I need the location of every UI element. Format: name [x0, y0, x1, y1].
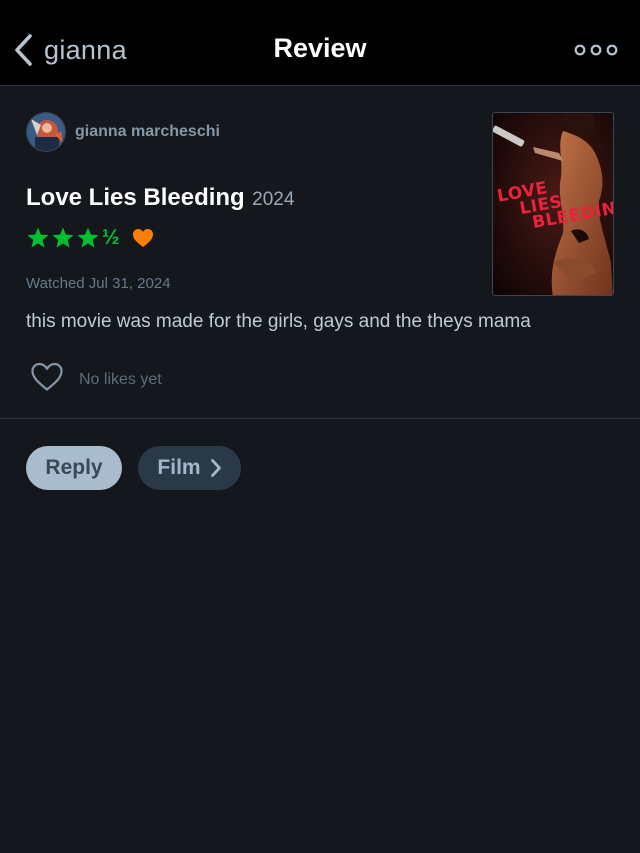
film-label: Film [157, 456, 201, 479]
chevron-right-icon [201, 458, 222, 478]
page-title: Review [273, 33, 367, 63]
review-text: this movie was made for the girls, gays … [26, 311, 531, 332]
review-author[interactable]: gianna marcheschi [26, 112, 220, 152]
review-screen: gianna Review gianna marcheschi Love Lie… [0, 0, 640, 853]
likes-label: No likes yet [79, 370, 162, 388]
reply-button[interactable]: Reply [26, 446, 122, 490]
star-icon [51, 226, 76, 250]
heart-outline-icon[interactable] [30, 362, 64, 397]
author-name: gianna marcheschi [75, 123, 220, 140]
film-year: 2024 [252, 189, 295, 210]
film-button[interactable]: Film [138, 446, 241, 490]
liked-heart-icon [132, 228, 155, 248]
review-card: gianna marcheschi Love Lies Bleeding 202… [0, 86, 640, 419]
reply-label: Reply [45, 456, 103, 479]
more-button[interactable] [574, 38, 618, 62]
film-title[interactable]: Love Lies Bleeding [26, 184, 245, 211]
avatar[interactable] [26, 112, 66, 152]
action-buttons: Reply Film [26, 446, 241, 490]
likes-row: No likes yet [30, 362, 162, 397]
film-heading: Love Lies Bleeding 2024 [26, 184, 294, 212]
star-icon [76, 226, 101, 250]
watched-date: Watched Jul 31, 2024 [26, 275, 171, 292]
star-icon [26, 226, 51, 250]
star-rating: ½ [26, 226, 155, 250]
ellipsis-icon [574, 44, 618, 66]
nav-header: gianna Review [0, 0, 640, 86]
film-poster[interactable]: LOVE LIES BLEEDING [492, 112, 614, 296]
half-star-glyph: ½ [102, 226, 120, 249]
